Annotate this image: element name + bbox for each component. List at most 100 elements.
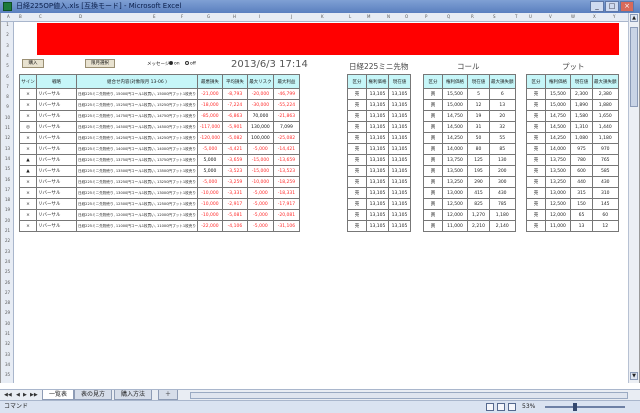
put-max-loss-cell[interactable]: 60 <box>592 209 619 221</box>
combination-cell[interactable]: 日経225ミニ先物売り, 14750円コール1枚買い, 14750円プット1枚売… <box>76 110 198 122</box>
put-side-cell[interactable]: 売 <box>526 121 546 133</box>
strategy-cell[interactable]: リバーサル <box>36 187 77 199</box>
row-number[interactable]: 18 <box>1 197 14 202</box>
column-letter[interactable]: R <box>471 14 474 19</box>
call-price-cell[interactable]: 825 <box>467 198 490 210</box>
table-row[interactable]: 売 13,000 315 310 <box>526 187 619 199</box>
call-strike-cell[interactable]: 12,500 <box>442 198 468 210</box>
put-strike-cell[interactable]: 12,500 <box>545 198 571 210</box>
new-sheet-icon[interactable]: ＋ <box>158 390 179 400</box>
put-strike-cell[interactable]: 11,000 <box>545 220 571 232</box>
row-number[interactable]: 29 <box>1 310 14 315</box>
worst-loss-cell[interactable]: -120,000 <box>196 132 223 144</box>
avg-loss-cell[interactable]: -5,082 <box>221 132 248 144</box>
table-row[interactable]: 売 13,250 440 430 <box>526 176 619 188</box>
worst-loss-cell[interactable]: 5,000 <box>196 165 223 177</box>
table-row[interactable]: 売 11,000 13 12 <box>526 220 619 232</box>
max-profit-cell[interactable]: -46,799 <box>272 88 300 100</box>
strategy-cell[interactable]: リバーサル <box>36 99 77 111</box>
row-number[interactable]: 32 <box>1 341 14 346</box>
column-letter[interactable]: Y <box>613 14 615 19</box>
row-number[interactable]: 34 <box>1 362 14 367</box>
futures-strike-cell[interactable]: 13,105 <box>366 165 389 177</box>
normal-view-icon[interactable] <box>486 403 494 411</box>
futures-strike-cell[interactable]: 13,105 <box>366 154 389 166</box>
scroll-down-icon[interactable]: ▼ <box>630 372 638 380</box>
worst-loss-cell[interactable]: -85,000 <box>196 110 223 122</box>
combination-cell[interactable]: 日経225ミニ先物売り, 14250円コール1枚買い, 14250円プット1枚売… <box>76 132 198 144</box>
signal-cell[interactable]: × <box>19 99 37 111</box>
put-strike-cell[interactable]: 13,250 <box>545 176 571 188</box>
futures-side-cell[interactable]: 売 <box>347 220 367 232</box>
put-strike-cell[interactable]: 13,000 <box>545 187 571 199</box>
row-number[interactable]: 28 <box>1 300 14 305</box>
close-button[interactable]: × <box>620 1 634 12</box>
column-letter[interactable]: S <box>493 14 496 19</box>
put-max-loss-cell[interactable]: 430 <box>592 176 619 188</box>
call-max-loss-cell[interactable]: 85 <box>489 143 516 155</box>
radio-on[interactable]: on <box>169 61 180 67</box>
call-strike-cell[interactable]: 12,000 <box>442 209 468 221</box>
call-strike-cell[interactable]: 14,750 <box>442 110 468 122</box>
strategy-cell[interactable]: リバーサル <box>36 154 77 166</box>
put-side-cell[interactable]: 売 <box>526 165 546 177</box>
call-side-cell[interactable]: 買 <box>423 121 443 133</box>
combination-cell[interactable]: 日経225ミニ先物売り, 15000円コール1枚買い, 15000円プット1枚売… <box>76 88 198 100</box>
combination-cell[interactable]: 日経225ミニ先物売り, 14000円コール1枚買い, 14000円プット1枚売… <box>76 143 198 155</box>
table-row[interactable]: 売 13,105 13,105 <box>347 110 411 122</box>
row-number[interactable]: 12 <box>1 135 14 140</box>
futures-price-cell[interactable]: 13,105 <box>388 187 411 199</box>
table-row[interactable]: 買 13,000 415 430 <box>423 187 516 199</box>
table-row[interactable]: 売 13,105 13,105 <box>347 121 411 133</box>
max-risk-cell[interactable]: -15,000 <box>246 165 274 177</box>
futures-price-cell[interactable]: 13,105 <box>388 143 411 155</box>
futures-price-cell[interactable]: 13,105 <box>388 198 411 210</box>
strategy-cell[interactable]: リバーサル <box>36 132 77 144</box>
call-side-cell[interactable]: 買 <box>423 220 443 232</box>
strategy-cell[interactable]: リバーサル <box>36 143 77 155</box>
max-risk-cell[interactable]: -5,000 <box>246 187 274 199</box>
column-letter[interactable]: M <box>367 14 370 19</box>
call-max-loss-cell[interactable]: 20 <box>489 110 516 122</box>
table-row[interactable]: 売 13,105 13,105 <box>347 143 411 155</box>
signal-cell[interactable]: ▲ <box>19 165 37 177</box>
avg-loss-cell[interactable]: -3,331 <box>221 187 248 199</box>
last-sheet-icon[interactable]: ▶▶ <box>30 392 38 398</box>
call-max-loss-cell[interactable]: 55 <box>489 132 516 144</box>
worst-loss-cell[interactable]: -10,000 <box>196 209 223 221</box>
worst-loss-cell[interactable]: -10,000 <box>196 187 223 199</box>
table-row[interactable]: 売 13,105 13,105 <box>347 209 411 221</box>
column-letter[interactable]: P <box>425 14 427 19</box>
combination-cell[interactable]: 日経225ミニ先物売り, 13500円コール1枚買い, 13500円プット1枚売… <box>76 165 198 177</box>
put-side-cell[interactable]: 売 <box>526 176 546 188</box>
table-row[interactable]: 買 11,000 2,210 2,140 <box>423 220 516 232</box>
table-row[interactable]: 買 12,500 825 785 <box>423 198 516 210</box>
call-strike-cell[interactable]: 13,250 <box>442 176 468 188</box>
combination-cell[interactable]: 日経225ミニ先物売り, 13750円コール1枚買い, 13750円プット1枚売… <box>76 154 198 166</box>
table-row[interactable]: 売 14,250 1,080 1,180 <box>526 132 619 144</box>
strategy-cell[interactable]: リバーサル <box>36 110 77 122</box>
row-number[interactable]: 8 <box>1 94 14 99</box>
table-row[interactable]: × リバーサル 日経225ミニ先物売り, 14000円コール1枚買い, 14000円… <box>19 143 300 155</box>
row-number[interactable]: 26 <box>1 280 14 285</box>
avg-loss-cell[interactable]: -6,863 <box>221 110 248 122</box>
futures-price-cell[interactable]: 13,105 <box>388 110 411 122</box>
row-number[interactable]: 2 <box>1 32 14 37</box>
table-row[interactable]: × リバーサル 日経225ミニ先物売り, 13250円コール1枚買い, 13250円… <box>19 176 300 188</box>
table-row[interactable]: 売 13,105 13,105 <box>347 220 411 232</box>
futures-price-cell[interactable]: 13,105 <box>388 99 411 111</box>
call-max-loss-cell[interactable]: 32 <box>489 121 516 133</box>
strategy-cell[interactable]: リバーサル <box>36 176 77 188</box>
worst-loss-cell[interactable]: -10,000 <box>196 198 223 210</box>
combination-cell[interactable]: 日経225ミニ先物売り, 12000円コール1枚買い, 12000円プット1枚売… <box>76 209 198 221</box>
call-side-cell[interactable]: 買 <box>423 165 443 177</box>
max-profit-cell[interactable]: -25,082 <box>272 132 300 144</box>
max-profit-cell[interactable]: -31,106 <box>272 220 300 232</box>
put-side-cell[interactable]: 売 <box>526 220 546 232</box>
call-side-cell[interactable]: 買 <box>423 209 443 221</box>
signal-cell[interactable]: × <box>19 132 37 144</box>
avg-loss-cell[interactable]: -7,224 <box>221 99 248 111</box>
strategy-cell[interactable]: リバーサル <box>36 198 77 210</box>
signal-cell[interactable]: × <box>19 176 37 188</box>
put-price-cell[interactable]: 440 <box>570 176 593 188</box>
